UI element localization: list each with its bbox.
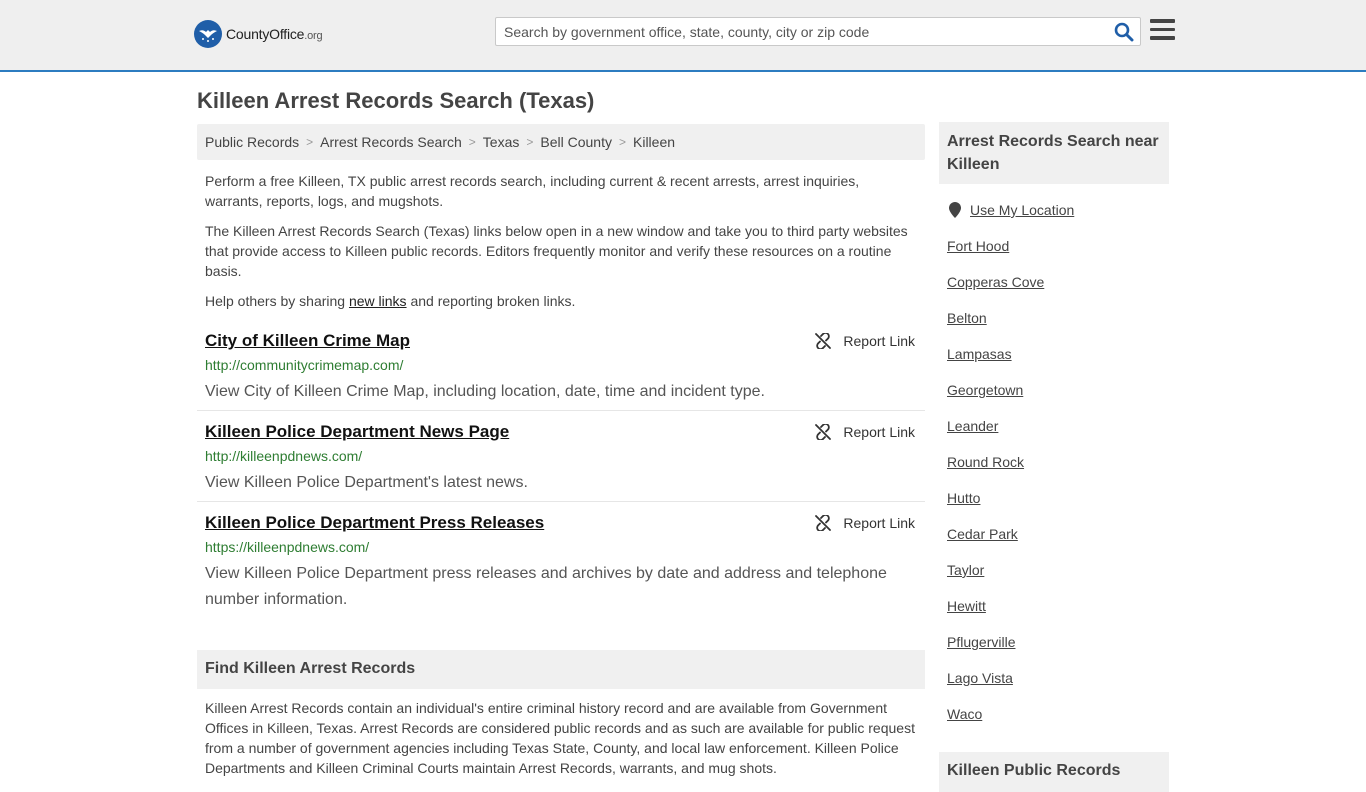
chevron-right-icon: >: [306, 135, 314, 149]
link-description: View City of Killeen Crime Map, includin…: [205, 383, 765, 400]
sidebar-city-link[interactable]: Hewitt: [947, 598, 986, 614]
search-box: [495, 17, 1141, 46]
report-link-button[interactable]: Report Link: [815, 333, 915, 349]
link-item: Killeen Police Department News Page http…: [197, 422, 925, 502]
intro-paragraph-3: Help others by sharing new links and rep…: [205, 293, 576, 309]
sidebar-city-link[interactable]: Taylor: [947, 562, 984, 578]
breadcrumb: Public Records > Arrest Records Search >…: [197, 124, 925, 160]
breadcrumb-killeen: Killeen: [633, 134, 676, 150]
sidebar-city-link[interactable]: Round Rock: [947, 454, 1024, 470]
find-records-heading: Find Killeen Arrest Records: [197, 650, 925, 689]
search-input[interactable]: [496, 18, 1106, 45]
chevron-right-icon: >: [526, 135, 534, 149]
chevron-right-icon: >: [618, 135, 626, 149]
map-pin-icon: [949, 202, 961, 218]
report-link-button[interactable]: Report Link: [815, 424, 915, 440]
new-links-link[interactable]: new links: [349, 293, 407, 309]
sidebar-city-link[interactable]: Cedar Park: [947, 526, 1018, 542]
intro-text: Perform a free Killeen, TX public arrest…: [205, 171, 917, 321]
link-item: City of Killeen Crime Map http://communi…: [197, 331, 925, 411]
eagle-seal-icon: [194, 20, 222, 48]
link-title[interactable]: Killeen Police Department News Page: [205, 422, 509, 442]
link-url: https://killeenpdnews.com/: [205, 539, 370, 555]
sidebar-city-link[interactable]: Georgetown: [947, 382, 1023, 398]
search-icon[interactable]: [1114, 22, 1134, 42]
logo-text: CountyOffice.org: [226, 26, 323, 42]
intro-paragraph-1: Perform a free Killeen, TX public arrest…: [205, 173, 860, 209]
link-url: http://killeenpdnews.com/: [205, 448, 363, 464]
chevron-right-icon: >: [468, 135, 476, 149]
broken-link-icon: [815, 515, 832, 531]
broken-link-icon: [815, 424, 832, 440]
link-url: http://communitycrimemap.com/: [205, 357, 404, 373]
breadcrumb-bell-county[interactable]: Bell County: [540, 134, 612, 150]
site-header: CountyOffice.org: [0, 0, 1366, 72]
page-title: Killeen Arrest Records Search (Texas): [197, 88, 595, 113]
use-my-location-link[interactable]: Use My Location: [949, 202, 1074, 218]
sidebar-heading-public-records: Killeen Public Records: [939, 752, 1169, 792]
sidebar-city-link[interactable]: Copperas Cove: [947, 274, 1044, 290]
link-title[interactable]: City of Killeen Crime Map: [205, 331, 410, 351]
link-title[interactable]: Killeen Police Department Press Releases: [205, 513, 544, 533]
report-link-button[interactable]: Report Link: [815, 515, 915, 531]
breadcrumb-texas[interactable]: Texas: [483, 134, 520, 150]
sidebar-city-link[interactable]: Belton: [947, 310, 987, 326]
sidebar-city-link[interactable]: Lampasas: [947, 346, 1012, 362]
find-records-body: Killeen Arrest Records contain an indivi…: [205, 700, 915, 776]
link-description: View Killeen Police Department's latest …: [205, 474, 528, 491]
sidebar-city-link[interactable]: Leander: [947, 418, 998, 434]
hamburger-menu-icon[interactable]: [1150, 19, 1175, 41]
intro-paragraph-2: The Killeen Arrest Records Search (Texas…: [205, 223, 908, 279]
breadcrumb-public-records[interactable]: Public Records: [205, 134, 299, 150]
sidebar-city-link[interactable]: Lago Vista: [947, 670, 1013, 686]
sidebar-city-link[interactable]: Waco: [947, 706, 982, 722]
link-description: View Killeen Police Department press rel…: [205, 565, 887, 608]
site-logo[interactable]: CountyOffice.org: [194, 20, 323, 48]
broken-link-icon: [815, 333, 832, 349]
sidebar-heading: Arrest Records Search near Killeen: [939, 122, 1169, 184]
sidebar-city-link[interactable]: Hutto: [947, 490, 980, 506]
sidebar-city-link[interactable]: Fort Hood: [947, 238, 1009, 254]
breadcrumb-arrest-records-search[interactable]: Arrest Records Search: [320, 134, 462, 150]
link-item: Killeen Police Department Press Releases…: [197, 513, 925, 613]
sidebar-city-link[interactable]: Pflugerville: [947, 634, 1015, 650]
